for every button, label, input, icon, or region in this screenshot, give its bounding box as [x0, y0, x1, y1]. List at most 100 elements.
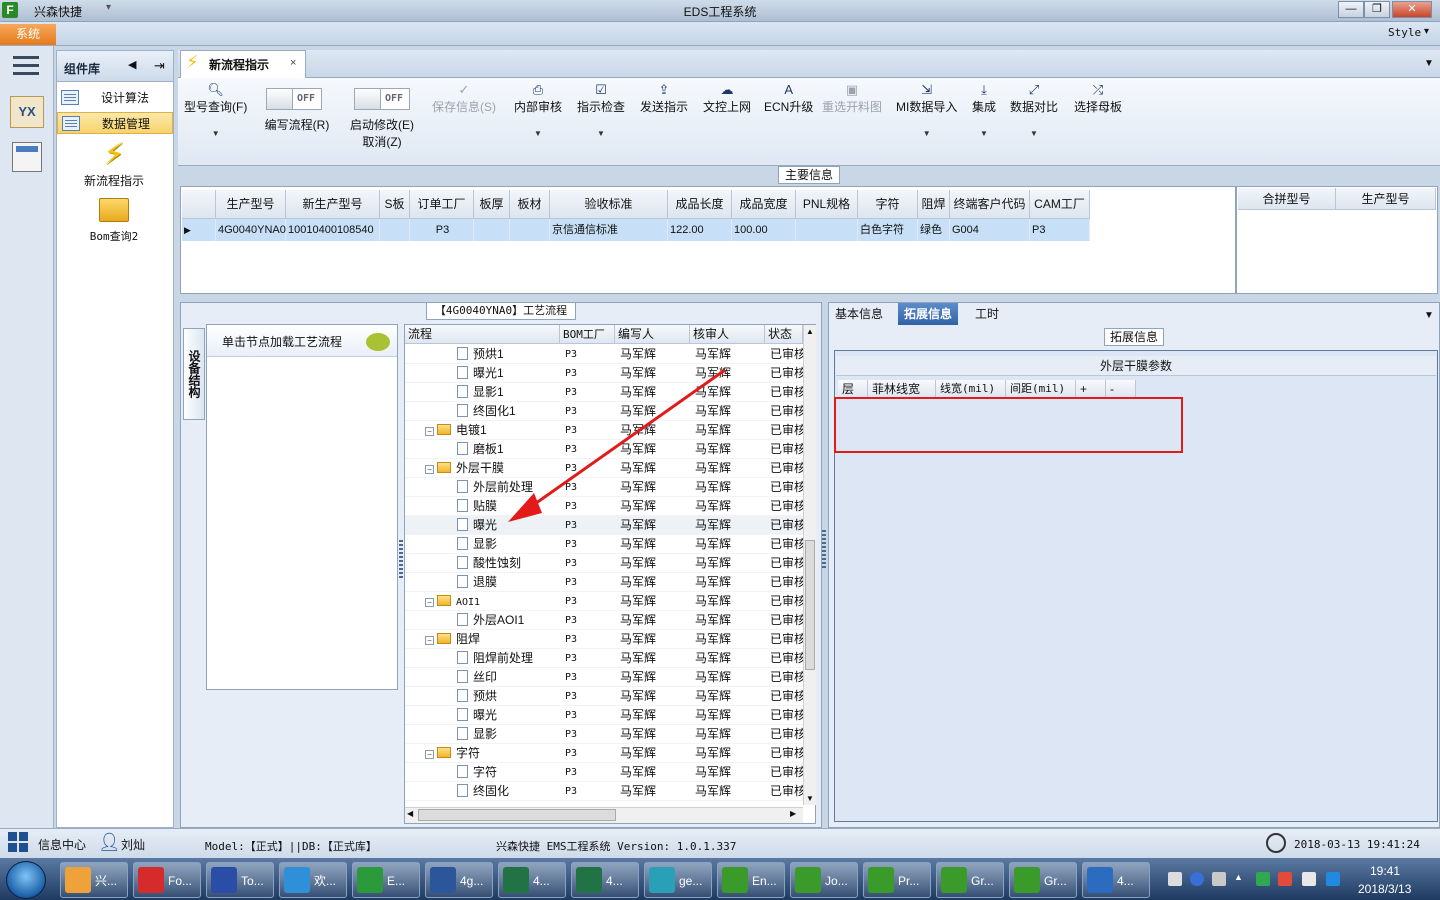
process-tree-row[interactable]: 退膜 P3 马军辉 马军辉 已审核	[405, 573, 803, 592]
process-tree-row[interactable]: 曝光 P3 马军辉 马军辉 已审核	[405, 706, 803, 725]
main-info-cell[interactable]: P3	[1030, 219, 1090, 241]
process-tree-row[interactable]: − 字符 P3 马军辉 马军辉 已审核	[405, 744, 803, 763]
data-compare-button[interactable]: ⤢ 数据对比 ▼	[1010, 82, 1058, 138]
main-info-col-header[interactable]: 验收标准	[550, 190, 668, 219]
process-node[interactable]: 丝印	[457, 668, 497, 687]
tray-app-icon[interactable]	[1256, 872, 1270, 886]
grid-apps-icon[interactable]	[8, 832, 30, 852]
main-info-cell[interactable]: 100.00	[732, 219, 796, 241]
style-label[interactable]: Style	[1388, 26, 1421, 39]
write-process-toggle[interactable]: OFF	[266, 88, 322, 110]
col-header-layer[interactable]: 层	[838, 380, 868, 398]
taskbar-item[interactable]: Pr...	[863, 862, 931, 898]
start-modify-toggle[interactable]: OFF	[354, 88, 410, 110]
process-tree-row[interactable]: 酸性蚀刻 P3 马军辉 马军辉 已审核	[405, 554, 803, 573]
process-tree-row[interactable]: 显影 P3 马军辉 马军辉 已审核	[405, 725, 803, 744]
main-info-col-header[interactable]: 板厚	[474, 190, 510, 219]
taskbar-item[interactable]: 4...	[498, 862, 566, 898]
process-tree-row[interactable]: 丝印 P3 马军辉 马军辉 已审核	[405, 668, 803, 687]
col-header-process[interactable]: 流程	[405, 325, 560, 344]
dropdown-arrow-icon[interactable]: ▼	[972, 129, 996, 138]
tray-expand-icon[interactable]: ▲	[1234, 872, 1248, 886]
scroll-right-icon[interactable]: ▶	[790, 809, 796, 818]
process-node[interactable]: 终固化	[457, 782, 509, 801]
process-node[interactable]: 退膜	[457, 573, 497, 592]
main-info-col-header[interactable]: 板材	[510, 190, 550, 219]
yx-factory-icon[interactable]: YX	[10, 96, 44, 128]
style-dropdown-icon[interactable]: ▾	[1424, 26, 1429, 37]
main-info-cell[interactable]: G004	[950, 219, 1030, 241]
pin-icon[interactable]: ⇥	[154, 58, 165, 74]
tab-close-icon[interactable]: ×	[290, 57, 296, 69]
process-tree-row[interactable]: 外层AOI1 P3 马军辉 马军辉 已审核	[405, 611, 803, 630]
tree-vertical-scroll-thumb[interactable]	[805, 540, 815, 670]
process-node[interactable]: 贴膜	[457, 497, 497, 516]
taskbar-item[interactable]: 4g...	[425, 862, 493, 898]
dropdown-arrow-icon[interactable]: ▼	[1010, 129, 1058, 138]
merge-col-header[interactable]: 合拼型号	[1238, 188, 1336, 210]
collapse-node-icon[interactable]: −	[425, 636, 434, 645]
splitter-grip[interactable]	[822, 530, 826, 570]
remove-row-button[interactable]: -	[1106, 380, 1136, 398]
scroll-up-icon[interactable]: ▲	[806, 327, 814, 336]
tree-horizontal-scroll-thumb[interactable]	[418, 809, 616, 821]
col-header-film-linewidth[interactable]: 菲林线宽	[868, 380, 936, 398]
network-icon[interactable]	[1302, 872, 1316, 886]
tray-app3-icon[interactable]	[1326, 872, 1340, 886]
new-process-instruction-item[interactable]: ⚡ 新流程指示	[70, 138, 158, 189]
start-button[interactable]	[6, 861, 46, 899]
taskbar-item[interactable]: To...	[206, 862, 274, 898]
process-node[interactable]: 显影1	[457, 383, 504, 402]
process-tree-row[interactable]: 预烘1 P3 马军辉 马军辉 已审核	[405, 345, 803, 364]
process-node[interactable]: 预烘1	[457, 345, 504, 364]
process-node[interactable]: 曝光	[457, 516, 497, 535]
splitter-grip[interactable]	[399, 540, 403, 580]
doc-online-button[interactable]: ☁ 文控上网	[703, 82, 751, 115]
main-info-col-header[interactable]: 订单工厂	[410, 190, 474, 219]
instruction-check-button[interactable]: ☑ 指示检查 ▼	[577, 82, 625, 138]
send-instruction-button[interactable]: ⇪ 发送指示	[640, 82, 688, 115]
main-info-col-header[interactable]: 终端客户代码	[950, 190, 1030, 219]
tray-app2-icon[interactable]	[1278, 872, 1292, 886]
taskbar-item[interactable]: 4...	[571, 862, 639, 898]
collapse-node-icon[interactable]: −	[425, 427, 434, 436]
taskbar-item[interactable]: ge...	[644, 862, 712, 898]
save-info-button[interactable]: ✓ 保存信息(S)	[432, 82, 496, 115]
col-header-spacing-mil[interactable]: 间距(mil)	[1006, 380, 1076, 398]
process-node[interactable]: − 外层干膜	[425, 459, 504, 478]
main-info-col-header[interactable]: 新生产型号	[286, 190, 380, 219]
process-tree-row[interactable]: − AOI1 P3 马军辉 马军辉 已审核	[405, 592, 803, 611]
keyboard-icon[interactable]	[1168, 872, 1182, 886]
collapse-left-icon[interactable]: ◀	[128, 58, 136, 71]
tray-settings-icon[interactable]	[1212, 872, 1226, 886]
process-node[interactable]: 曝光	[457, 706, 497, 725]
lib-item-data-management[interactable]: 数据管理	[57, 112, 173, 134]
mi-data-import-button[interactable]: ⇲ MI数据导入 ▼	[896, 82, 957, 138]
tab-basic-info[interactable]: 基本信息	[829, 303, 889, 325]
maximize-button[interactable]: ❐	[1364, 1, 1390, 18]
main-info-cell[interactable]: 10010400108540	[286, 219, 380, 241]
integrate-button[interactable]: ⤓ 集成 ▼	[972, 82, 996, 138]
info-center-link[interactable]: 信息中心	[38, 836, 86, 853]
tab-list-dropdown-icon[interactable]: ▼	[1424, 58, 1434, 69]
process-node[interactable]: 显影	[457, 535, 497, 554]
col-header-status[interactable]: 状态	[765, 325, 803, 344]
help-icon[interactable]	[1190, 872, 1204, 886]
main-info-cell[interactable]: 122.00	[668, 219, 732, 241]
process-node[interactable]: − 电镀1	[425, 421, 487, 440]
taskbar-clock-date[interactable]: 2018/3/13	[1358, 882, 1411, 896]
main-info-col-header[interactable]: 成品宽度	[732, 190, 796, 219]
taskbar-item[interactable]: Jo...	[790, 862, 858, 898]
main-info-col-header[interactable]: 字符	[858, 190, 918, 219]
process-tree-row[interactable]: 阻焊前处理 P3 马军辉 马军辉 已审核	[405, 649, 803, 668]
reselect-cutting-chart-button[interactable]: ▣ 重选开料图	[822, 82, 882, 115]
taskbar-item[interactable]: Gr...	[936, 862, 1004, 898]
col-header-bom-factory[interactable]: BOM工厂	[560, 325, 615, 344]
main-info-col-header[interactable]: 成品长度	[668, 190, 732, 219]
calculator-icon[interactable]	[12, 142, 42, 172]
main-info-col-header[interactable]: S板	[380, 190, 410, 219]
process-node[interactable]: − AOI1	[425, 592, 480, 612]
ecn-upgrade-button[interactable]: A ECN升级	[764, 82, 813, 115]
dropdown-arrow-icon[interactable]: ▼	[577, 129, 625, 138]
main-info-col-header[interactable]: 生产型号	[216, 190, 286, 219]
